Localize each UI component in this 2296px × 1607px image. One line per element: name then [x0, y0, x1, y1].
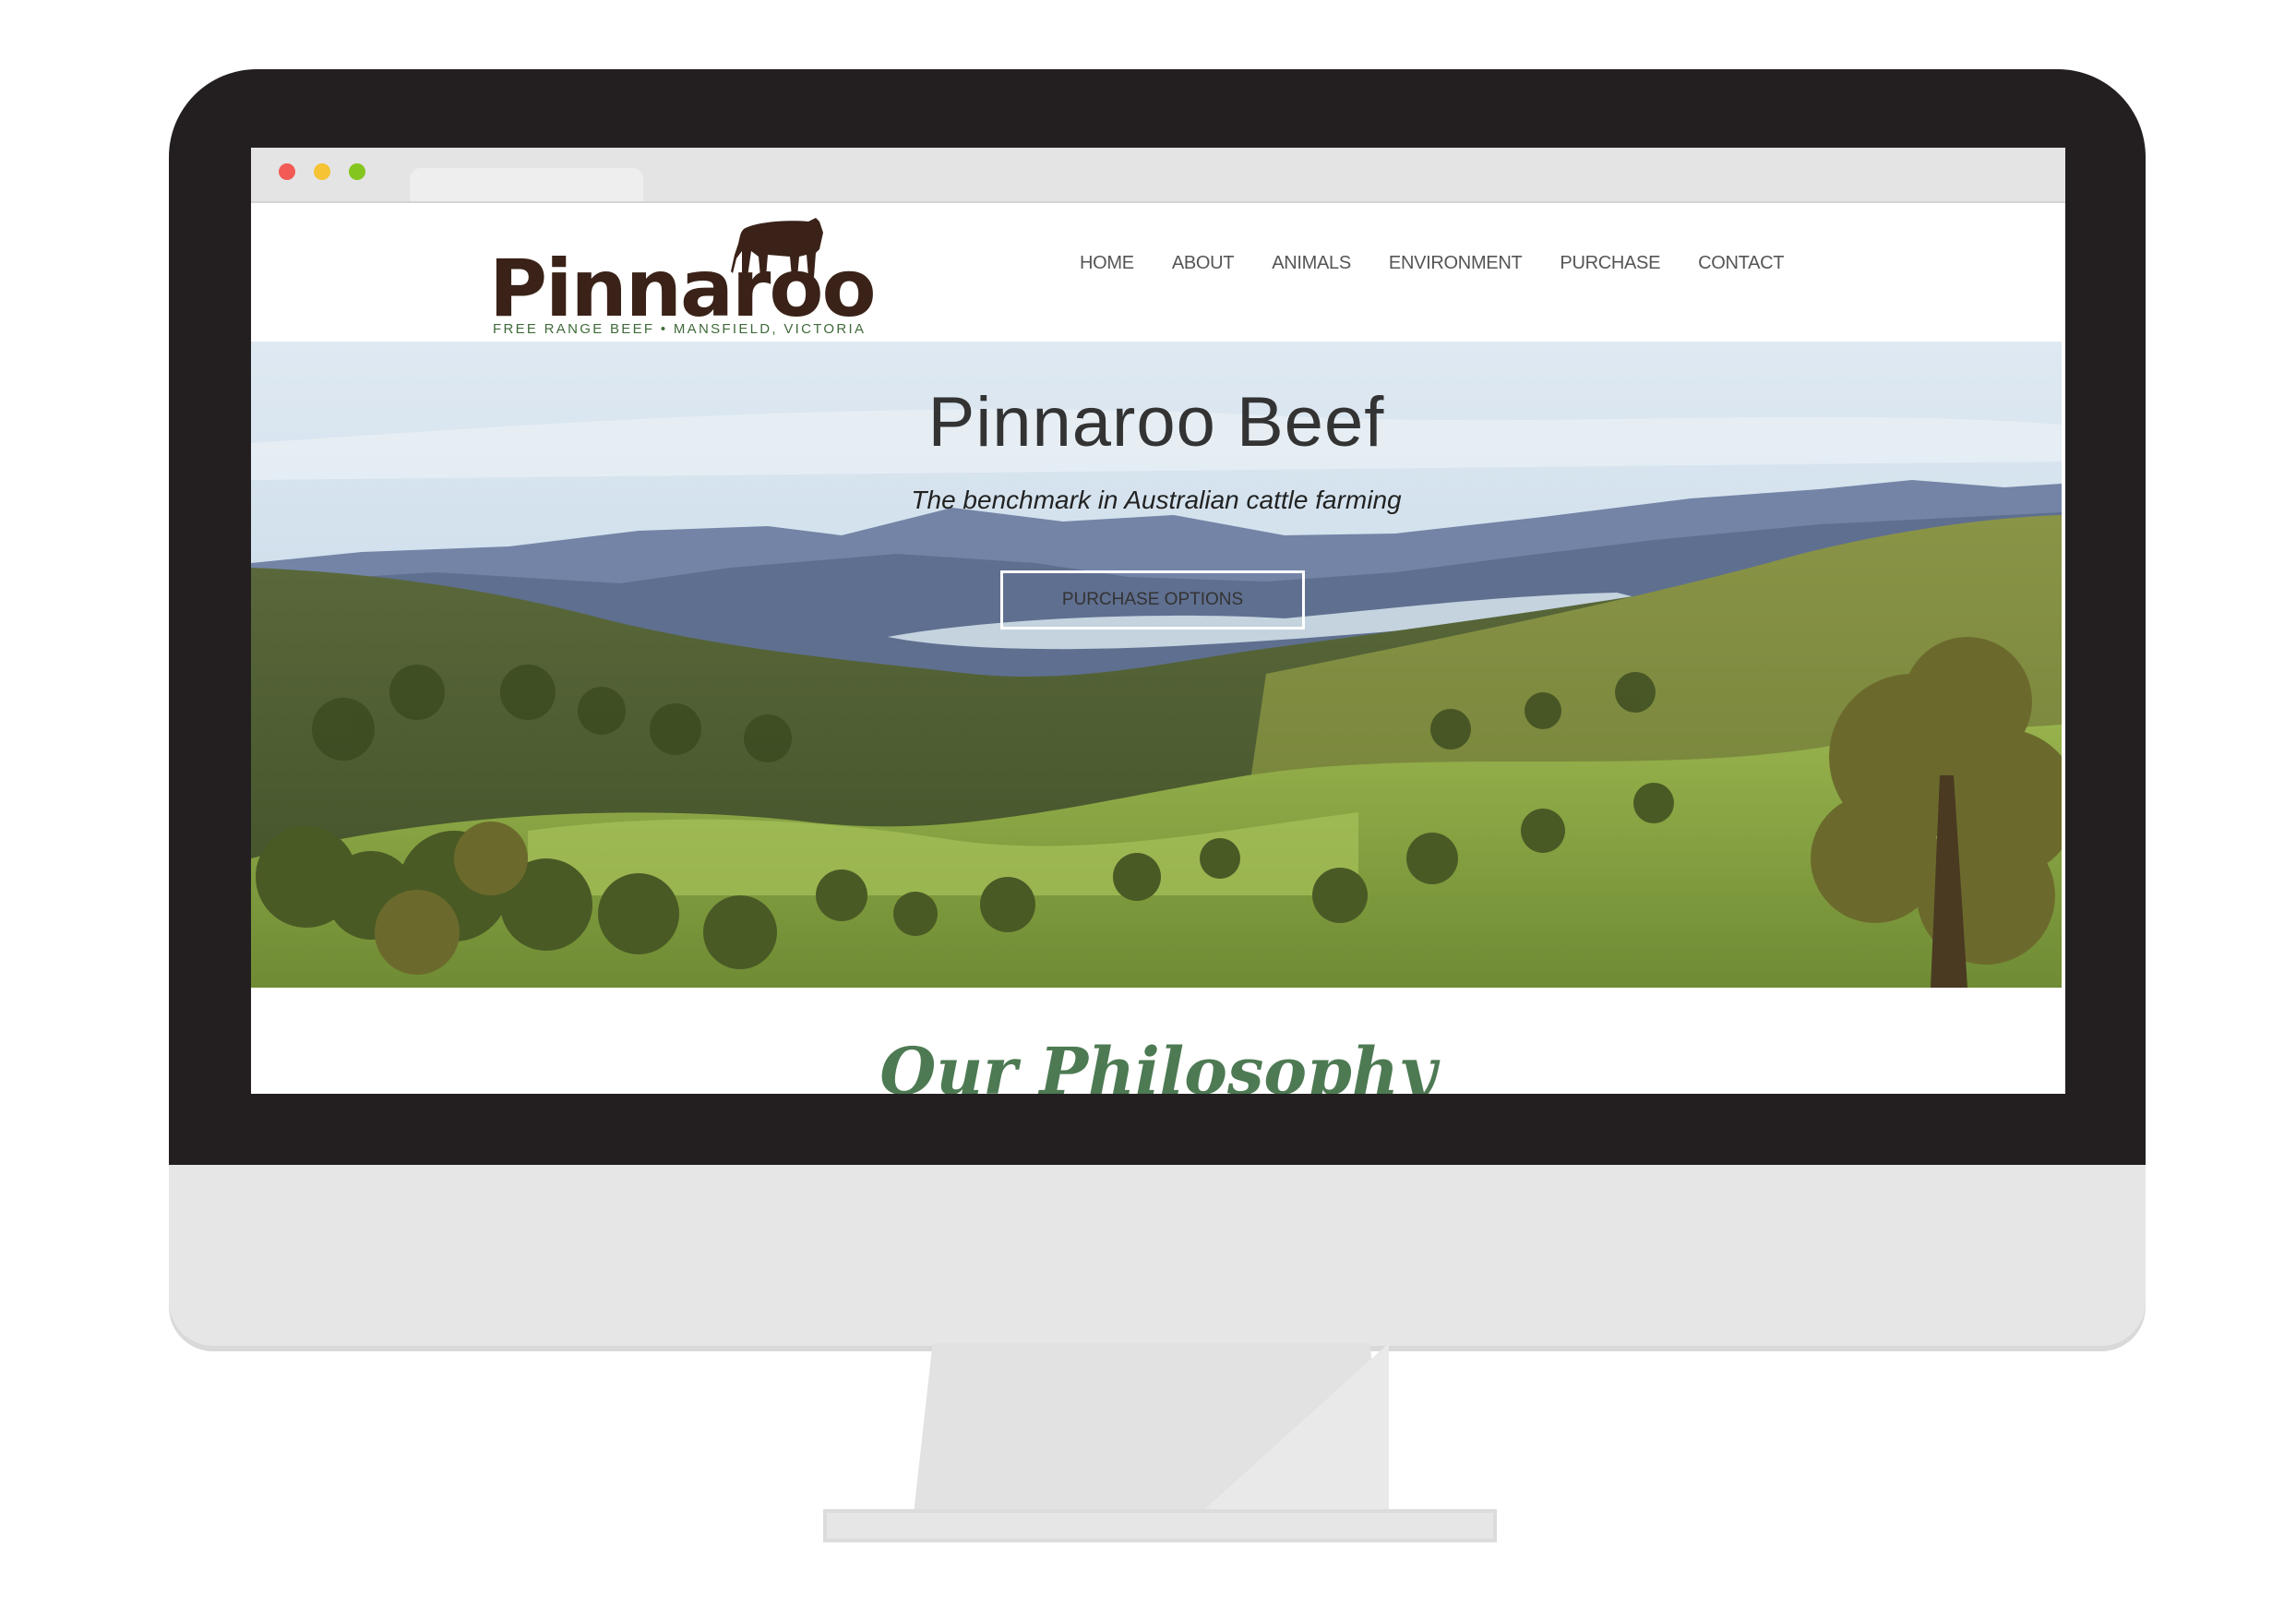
close-window-button[interactable]: [279, 163, 295, 180]
nav-about[interactable]: ABOUT: [1172, 254, 1235, 272]
main-navigation: HOME ABOUT ANIMALS ENVIRONMENT PURCHASE …: [1080, 254, 1822, 272]
hero-subtitle: The benchmark in Australian cattle farmi…: [911, 486, 1402, 514]
browser-tab[interactable]: [410, 168, 643, 201]
minimize-window-button[interactable]: [314, 163, 330, 180]
hero-title: Pinnaroo Beef: [927, 383, 1385, 462]
nav-home[interactable]: HOME: [1080, 254, 1134, 272]
nav-environment[interactable]: ENVIRONMENT: [1389, 254, 1523, 272]
monitor-chin: [169, 1165, 2146, 1346]
site-logo[interactable]: Pinnaroo FREE RANGE BEEF • MANSFIELD, VI…: [489, 212, 877, 342]
nav-contact[interactable]: CONTACT: [1698, 254, 1784, 272]
site-header: Pinnaroo FREE RANGE BEEF • MANSFIELD, VI…: [251, 203, 2065, 342]
philosophy-heading: Our Philosophy: [879, 1033, 1437, 1095]
maximize-window-button[interactable]: [349, 163, 365, 180]
logo-wordmark: Pinnaroo: [489, 243, 877, 335]
monitor-screen: Pinnaroo FREE RANGE BEEF • MANSFIELD, VI…: [251, 148, 2065, 1094]
nav-animals[interactable]: ANIMALS: [1272, 254, 1351, 272]
nav-purchase[interactable]: PURCHASE: [1560, 254, 1660, 272]
monitor-base: [823, 1509, 1497, 1542]
browser-toolbar: [251, 148, 2065, 203]
hero-banner: Pinnaroo Beef The benchmark in Australia…: [251, 342, 2062, 988]
purchase-options-button[interactable]: PURCHASE OPTIONS: [1000, 570, 1305, 630]
logo-tagline: FREE RANGE BEEF • MANSFIELD, VICTORIA: [493, 321, 867, 337]
